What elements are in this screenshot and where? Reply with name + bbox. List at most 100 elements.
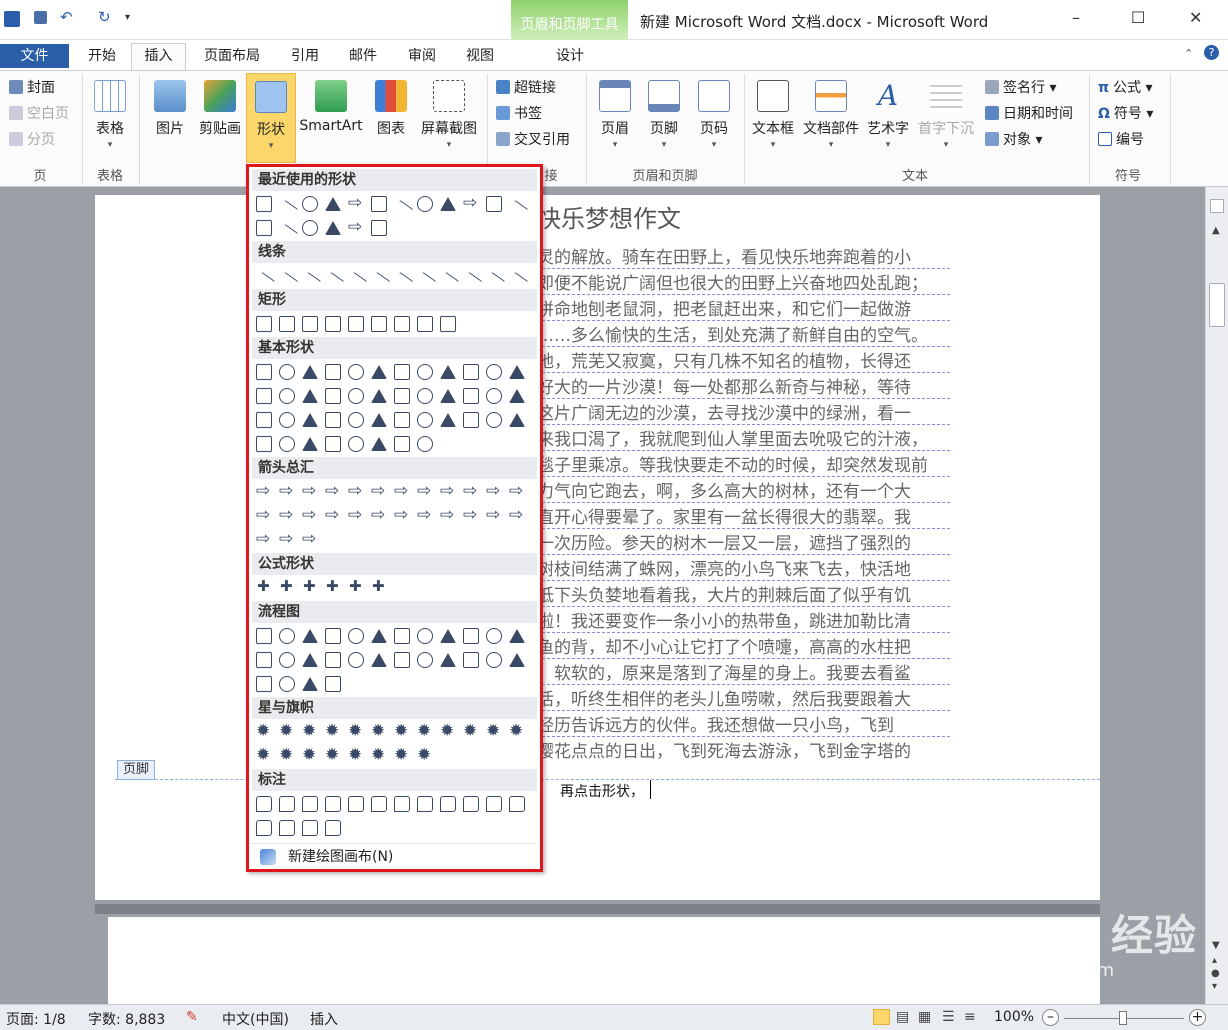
shape-thumbnail-icon[interactable] xyxy=(325,388,341,404)
shape-thumbnail-icon[interactable] xyxy=(394,796,410,812)
shape-thumbnail-icon[interactable] xyxy=(486,628,502,644)
shape-thumbnail-icon[interactable] xyxy=(279,577,295,596)
drop-cap-button[interactable]: 首字下沉 ▾ xyxy=(914,76,978,150)
document-line[interactable]: ，软软的，原来是落到了海星的身上。我要去看鲨 xyxy=(537,659,950,685)
shape-thumbnail-icon[interactable] xyxy=(348,412,364,428)
shape-thumbnail-icon[interactable] xyxy=(302,529,318,549)
tab-page-layout[interactable]: 页面布局 xyxy=(192,44,272,68)
document-line[interactable]: 地，荒芜又寂寞，只有几株不知名的植物，长得还 xyxy=(537,347,950,373)
document-line[interactable]: 拼命地刨老鼠洞，把老鼠赶出来，和它们一起做游 xyxy=(537,295,950,321)
shape-thumbnail-icon[interactable] xyxy=(256,577,272,596)
footer-button[interactable]: 页脚 ▾ xyxy=(644,76,684,150)
zoom-slider-thumb[interactable] xyxy=(1119,1011,1127,1025)
shape-thumbnail-icon[interactable] xyxy=(440,197,456,211)
shape-thumbnail-icon[interactable] xyxy=(348,436,364,452)
shape-thumbnail-icon[interactable] xyxy=(463,388,479,404)
proofing-icon[interactable]: ✎ xyxy=(186,1009,198,1025)
shape-thumbnail-icon[interactable] xyxy=(394,721,410,741)
shape-thumbnail-icon[interactable] xyxy=(371,629,387,643)
shape-thumbnail-icon[interactable] xyxy=(509,721,525,741)
shape-thumbnail-icon[interactable] xyxy=(279,820,295,836)
tab-insert[interactable]: 插入 xyxy=(131,43,186,71)
shape-thumbnail-icon[interactable] xyxy=(371,196,387,212)
shape-thumbnail-icon[interactable] xyxy=(463,364,479,380)
document-line[interactable]: 灵的解放。骑车在田野上，看见快乐地奔跑着的小 xyxy=(537,243,950,269)
shape-thumbnail-icon[interactable] xyxy=(394,364,410,380)
minimize-button[interactable]: – xyxy=(1072,8,1080,27)
shape-thumbnail-icon[interactable] xyxy=(486,721,502,741)
shape-thumbnail-icon[interactable] xyxy=(325,364,341,380)
shape-thumbnail-icon[interactable] xyxy=(256,820,272,836)
shape-thumbnail-icon[interactable] xyxy=(440,316,456,332)
page-break-button[interactable]: 分页 xyxy=(9,129,55,149)
shape-thumbnail-icon[interactable] xyxy=(256,796,272,812)
shape-thumbnail-icon[interactable] xyxy=(371,316,387,332)
shape-thumbnail-icon[interactable] xyxy=(302,389,318,403)
shape-thumbnail-icon[interactable] xyxy=(486,364,502,380)
shape-thumbnail-icon[interactable] xyxy=(256,481,272,501)
shape-thumbnail-icon[interactable] xyxy=(371,745,387,765)
shape-thumbnail-icon[interactable] xyxy=(302,220,318,236)
shape-thumbnail-icon[interactable] xyxy=(302,316,318,332)
shape-thumbnail-icon[interactable] xyxy=(279,505,295,525)
shape-thumbnail-icon[interactable] xyxy=(325,628,341,644)
document-line[interactable]: 低下头负婪地看着我，大片的荆棘后面了似乎有饥 xyxy=(537,581,950,607)
shape-thumbnail-icon[interactable] xyxy=(417,721,433,741)
shape-thumbnail-icon[interactable] xyxy=(302,653,318,667)
shape-thumbnail-icon[interactable] xyxy=(279,745,295,765)
shape-thumbnail-icon[interactable] xyxy=(348,796,364,812)
shape-thumbnail-icon[interactable] xyxy=(509,629,525,643)
tab-mailings[interactable]: 邮件 xyxy=(337,44,389,68)
next-page-icon[interactable]: ▾ xyxy=(1212,981,1217,992)
help-icon[interactable]: ? xyxy=(1204,45,1219,60)
textbox-button[interactable]: 文本框 ▾ xyxy=(749,76,797,150)
print-layout-view-icon[interactable] xyxy=(873,1009,890,1025)
shape-thumbnail-icon[interactable] xyxy=(394,652,410,668)
bookmark-button[interactable]: 书签 xyxy=(496,103,542,123)
draft-view-icon[interactable]: ≡ xyxy=(964,1009,976,1025)
shape-thumbnail-icon[interactable] xyxy=(417,364,433,380)
shape-thumbnail-icon[interactable] xyxy=(463,481,479,501)
object-button[interactable]: 对象 ▾ xyxy=(985,129,1042,149)
shape-thumbnail-icon[interactable] xyxy=(417,412,433,428)
redo-icon[interactable]: ↻ xyxy=(98,8,114,26)
shape-thumbnail-icon[interactable] xyxy=(348,217,364,237)
shape-thumbnail-icon[interactable] xyxy=(325,221,341,235)
save-icon[interactable] xyxy=(34,11,47,24)
new-drawing-canvas-item[interactable]: 新建绘图画布(N) xyxy=(252,843,537,869)
shape-thumbnail-icon[interactable] xyxy=(440,653,456,667)
document-line[interactable]: 鱼的背，却不小心让它打了个喷嚏，高高的水柱把 xyxy=(537,633,950,659)
maximize-button[interactable]: ☐ xyxy=(1131,8,1145,27)
document-line[interactable]: 毯子里乘凉。等我快要走不动的时候，却突然发现前 xyxy=(537,451,950,477)
shape-thumbnail-icon[interactable] xyxy=(486,412,502,428)
tab-design[interactable]: 设计 xyxy=(540,44,600,68)
shape-thumbnail-icon[interactable] xyxy=(394,505,410,525)
cover-button[interactable]: 封面 xyxy=(9,77,55,97)
shape-thumbnail-icon[interactable] xyxy=(302,505,318,525)
shape-thumbnail-icon[interactable] xyxy=(279,796,295,812)
shape-thumbnail-icon[interactable] xyxy=(417,796,433,812)
table-button[interactable]: 表格 ▾ xyxy=(88,76,132,150)
insert-mode-indicator[interactable]: 插入 xyxy=(310,1009,338,1029)
zoom-level[interactable]: 100% xyxy=(994,1009,1034,1025)
shape-thumbnail-icon[interactable] xyxy=(302,577,318,596)
document-line[interactable]: 即便不能说广阔但也很大的田野上兴奋地四处乱跑； xyxy=(537,269,950,295)
shape-thumbnail-icon[interactable] xyxy=(371,437,387,451)
shape-thumbnail-icon[interactable] xyxy=(325,820,341,836)
shape-thumbnail-icon[interactable] xyxy=(348,505,364,525)
shape-thumbnail-icon[interactable] xyxy=(417,316,433,332)
header-button[interactable]: 页眉 ▾ xyxy=(595,76,635,150)
document-line[interactable]: 好大的一片沙漠！每一处都那么新奇与神秘，等待 xyxy=(537,373,950,399)
qat-customize-icon[interactable]: ▾ xyxy=(125,12,141,28)
footer-tag[interactable]: 页脚 xyxy=(117,760,156,780)
shape-thumbnail-icon[interactable] xyxy=(302,196,318,212)
shape-thumbnail-icon[interactable] xyxy=(279,529,295,549)
shape-thumbnail-icon[interactable] xyxy=(325,316,341,332)
shape-thumbnail-icon[interactable] xyxy=(256,529,272,549)
shape-thumbnail-icon[interactable] xyxy=(256,436,272,452)
shape-thumbnail-icon[interactable] xyxy=(509,481,525,501)
shape-thumbnail-icon[interactable] xyxy=(348,745,364,765)
document-line[interactable]: 樱花点点的日出，飞到死海去游泳，飞到金字塔的 xyxy=(537,737,950,762)
hyperlink-button[interactable]: 超链接 xyxy=(496,77,556,97)
undo-icon[interactable]: ↶ xyxy=(60,8,76,26)
